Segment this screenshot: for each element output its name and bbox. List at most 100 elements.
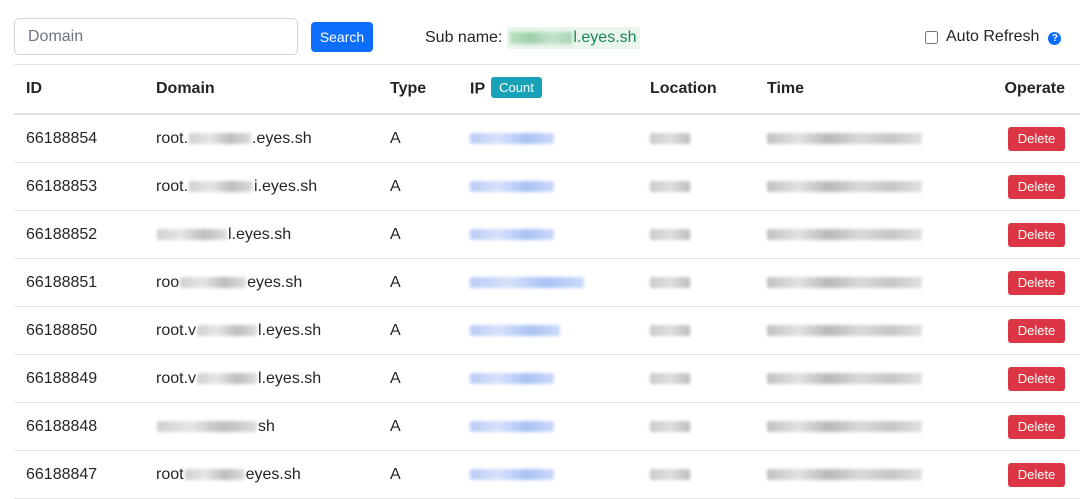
- redacted-text: [197, 372, 258, 384]
- delete-button[interactable]: Delete: [1008, 462, 1065, 487]
- cell-ip[interactable]: [470, 210, 650, 259]
- redacted-text: [650, 276, 690, 288]
- auto-refresh-checkbox[interactable]: [925, 30, 938, 44]
- cell-domain: root. .eyes.sh: [156, 114, 390, 163]
- redacted-text: [510, 31, 573, 44]
- search-button[interactable]: Search: [311, 22, 373, 52]
- cell-id: 66188851: [14, 258, 156, 307]
- cell-domain: l.eyes.sh: [156, 210, 390, 259]
- redacted-text: [197, 324, 258, 336]
- redacted-text: [767, 276, 922, 288]
- cell-ip[interactable]: [470, 450, 650, 499]
- cell-id: 66188848: [14, 402, 156, 451]
- redacted-ip-link[interactable]: [470, 276, 584, 288]
- domain-search-input[interactable]: [14, 18, 298, 55]
- cell-operate: Delete: [985, 306, 1080, 355]
- cell-type: A: [390, 162, 470, 211]
- domain-prefix: root.: [156, 177, 189, 195]
- table-header-row: ID Domain Type IP Count Location Time Ope…: [14, 65, 1080, 115]
- header-operate: Operate: [985, 65, 1080, 115]
- redacted-text: [767, 324, 922, 336]
- cell-time: [767, 114, 985, 163]
- redacted-ip-link[interactable]: [470, 324, 560, 336]
- cell-domain: root eyes.sh: [156, 450, 390, 499]
- redacted-text: [650, 132, 690, 144]
- count-badge[interactable]: Count: [491, 76, 542, 98]
- cell-time: [767, 402, 985, 451]
- delete-button[interactable]: Delete: [1008, 366, 1065, 391]
- sub-name: Sub name: l.eyes.sh: [425, 27, 640, 49]
- cell-location: [650, 354, 767, 403]
- sub-name-suffix: l.eyes.sh: [573, 29, 637, 46]
- domain-suffix: sh: [258, 417, 275, 435]
- redacted-text: [650, 468, 690, 480]
- redacted-ip-link[interactable]: [470, 468, 554, 480]
- header-ip: IP Count: [470, 65, 650, 115]
- cell-id: 66188850: [14, 306, 156, 355]
- redacted-text: [650, 324, 690, 336]
- delete-button[interactable]: Delete: [1008, 318, 1065, 343]
- redacted-text: [767, 180, 922, 192]
- cell-operate: Delete: [985, 402, 1080, 451]
- redacted-ip-link[interactable]: [470, 132, 554, 144]
- cell-operate: Delete: [985, 258, 1080, 307]
- cell-operate: Delete: [985, 210, 1080, 259]
- table-row: 66188852 l.eyes.sh A Delete: [14, 210, 1080, 259]
- cell-operate: Delete: [985, 162, 1080, 211]
- redacted-text: [767, 132, 922, 144]
- header-ip-label: IP: [470, 80, 486, 98]
- redacted-ip-link[interactable]: [470, 420, 554, 432]
- auto-refresh-label: Auto Refresh: [946, 28, 1040, 45]
- cell-type: A: [390, 354, 470, 403]
- cell-id: 66188854: [14, 114, 156, 163]
- redacted-ip-link[interactable]: [470, 372, 554, 384]
- table-row: 66188849 root.v l.eyes.sh A Delete: [14, 354, 1080, 403]
- records-table: ID Domain Type IP Count Location Time Ope…: [14, 65, 1080, 499]
- redacted-text: [767, 420, 922, 432]
- cell-ip[interactable]: [470, 114, 650, 163]
- cell-location: [650, 306, 767, 355]
- cell-ip[interactable]: [470, 402, 650, 451]
- cell-domain: roo eyes.sh: [156, 258, 390, 307]
- table-row: 66188850 root.v l.eyes.sh A Delete: [14, 306, 1080, 355]
- redacted-ip-link[interactable]: [470, 228, 554, 240]
- cell-ip[interactable]: [470, 162, 650, 211]
- delete-button[interactable]: Delete: [1008, 126, 1065, 151]
- cell-id: 66188852: [14, 210, 156, 259]
- cell-type: A: [390, 450, 470, 499]
- cell-domain: root. i.eyes.sh: [156, 162, 390, 211]
- header-time: Time: [767, 65, 985, 115]
- domain-prefix: root.v: [156, 321, 197, 339]
- help-circle-icon[interactable]: ?: [1048, 31, 1062, 45]
- cell-domain: root.v l.eyes.sh: [156, 354, 390, 403]
- cell-ip[interactable]: [470, 354, 650, 403]
- domain-suffix: l.eyes.sh: [258, 369, 322, 387]
- cell-domain: sh: [156, 402, 390, 451]
- cell-time: [767, 210, 985, 259]
- cell-operate: Delete: [985, 114, 1080, 163]
- cell-time: [767, 258, 985, 307]
- header-domain: Domain: [156, 65, 390, 115]
- cell-operate: Delete: [985, 450, 1080, 499]
- redacted-text: [650, 180, 690, 192]
- domain-suffix: l.eyes.sh: [228, 225, 292, 243]
- domain-suffix: .eyes.sh: [252, 129, 312, 147]
- auto-refresh-toggle[interactable]: Auto Refresh ?: [925, 28, 1062, 46]
- cell-id: 66188847: [14, 450, 156, 499]
- domain-prefix: root.: [156, 129, 189, 147]
- cell-id: 66188853: [14, 162, 156, 211]
- cell-type: A: [390, 258, 470, 307]
- cell-location: [650, 402, 767, 451]
- redacted-text: [157, 228, 227, 240]
- toolbar: Search Sub name: l.eyes.sh Auto Refresh …: [0, 0, 1080, 66]
- redacted-text: [180, 276, 247, 288]
- delete-button[interactable]: Delete: [1008, 222, 1065, 247]
- cell-ip[interactable]: [470, 258, 650, 307]
- redacted-ip-link[interactable]: [470, 180, 554, 192]
- delete-button[interactable]: Delete: [1008, 270, 1065, 295]
- delete-button[interactable]: Delete: [1008, 414, 1065, 439]
- cell-location: [650, 114, 767, 163]
- redacted-text: [767, 468, 922, 480]
- delete-button[interactable]: Delete: [1008, 174, 1065, 199]
- cell-ip[interactable]: [470, 306, 650, 355]
